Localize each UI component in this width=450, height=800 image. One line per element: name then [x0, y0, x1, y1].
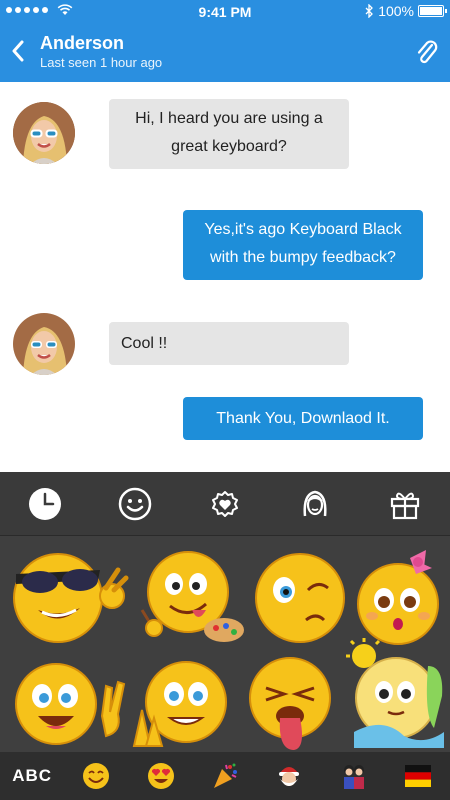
tab-gifts[interactable]: [375, 472, 435, 536]
paperclip-icon: [417, 40, 438, 64]
sticker-grid: [0, 536, 450, 752]
avatar-image: [13, 102, 75, 164]
couple-icon: [343, 765, 364, 789]
bluetooth-icon: [365, 4, 374, 18]
message-bubble-incoming[interactable]: Hi, I heard you are using a great keyboa…: [109, 99, 349, 169]
smile-emoji-icon: [83, 763, 110, 789]
waving-emoji-icon: [15, 663, 126, 745]
gift-icon: [390, 492, 420, 519]
chat-header: 9:41 PM 100% Anderson Last seen 1 hour a…: [0, 0, 450, 82]
category-couple-key[interactable]: [334, 752, 374, 800]
emoji-category-bar: [0, 472, 450, 536]
message-bubble-outgoing[interactable]: Yes,it's ago Keyboard Black with the bum…: [183, 210, 423, 280]
heart-eyes-emoji-icon: [147, 763, 174, 789]
category-santa-key[interactable]: [269, 752, 309, 800]
contact-avatar[interactable]: [13, 102, 75, 164]
tongue-out-emoji-icon: [249, 657, 331, 750]
message-bubble-outgoing[interactable]: Thank You, Downlaod It.: [183, 397, 423, 440]
message-list[interactable]: Hi, I heard you are using a great keyboa…: [0, 82, 450, 472]
sticker-painter[interactable]: [136, 548, 246, 653]
praying-emoji-icon: [132, 661, 227, 747]
sticker-waving[interactable]: [10, 656, 130, 757]
clock-icon: [29, 487, 61, 520]
avatar-image: [13, 313, 75, 375]
tab-love[interactable]: [195, 472, 255, 536]
sticker-beach[interactable]: [344, 636, 448, 753]
party-popper-icon: [213, 763, 237, 788]
abc-switch-key[interactable]: ABC: [12, 752, 52, 800]
girl-face-icon: [303, 490, 327, 516]
heart-badge-icon: [212, 490, 238, 517]
battery-fill: [420, 7, 442, 15]
contact-avatar[interactable]: [13, 313, 75, 375]
contact-name[interactable]: Anderson: [40, 33, 124, 54]
smiley-icon: [118, 487, 152, 520]
wink-emoji-icon: [255, 553, 345, 643]
status-bar: 9:41 PM 100%: [0, 0, 450, 24]
last-seen-status: Last seen 1 hour ago: [40, 55, 163, 70]
keyboard-bottom-bar: ABC: [0, 752, 450, 800]
sticker-praying[interactable]: [128, 658, 232, 759]
attach-button[interactable]: [412, 36, 442, 68]
category-flags-key[interactable]: [398, 752, 438, 800]
germany-flag-icon: [404, 765, 431, 787]
battery-percent: 100%: [378, 3, 414, 19]
category-heart-eyes-key[interactable]: [141, 752, 181, 800]
tab-people[interactable]: [285, 472, 345, 536]
sticker-wink[interactable]: [252, 550, 348, 651]
beach-emoji-icon: [346, 638, 444, 748]
tab-smileys[interactable]: [105, 472, 165, 536]
sticker-cool-sunglasses[interactable]: [8, 548, 132, 653]
sticker-tongue-out[interactable]: [244, 654, 340, 759]
chevron-left-icon: [12, 40, 24, 62]
message-bubble-incoming[interactable]: Cool !!: [109, 322, 349, 365]
santa-icon: [279, 767, 300, 786]
category-smile-key[interactable]: [76, 752, 116, 800]
tab-recent[interactable]: [15, 472, 75, 536]
back-button[interactable]: [6, 34, 30, 68]
cool-sunglasses-emoji-icon: [13, 553, 129, 643]
girl-bow-emoji-icon: [357, 550, 439, 645]
painter-emoji-icon: [140, 551, 244, 642]
battery-icon: [418, 5, 447, 17]
category-party-key[interactable]: [205, 752, 245, 800]
